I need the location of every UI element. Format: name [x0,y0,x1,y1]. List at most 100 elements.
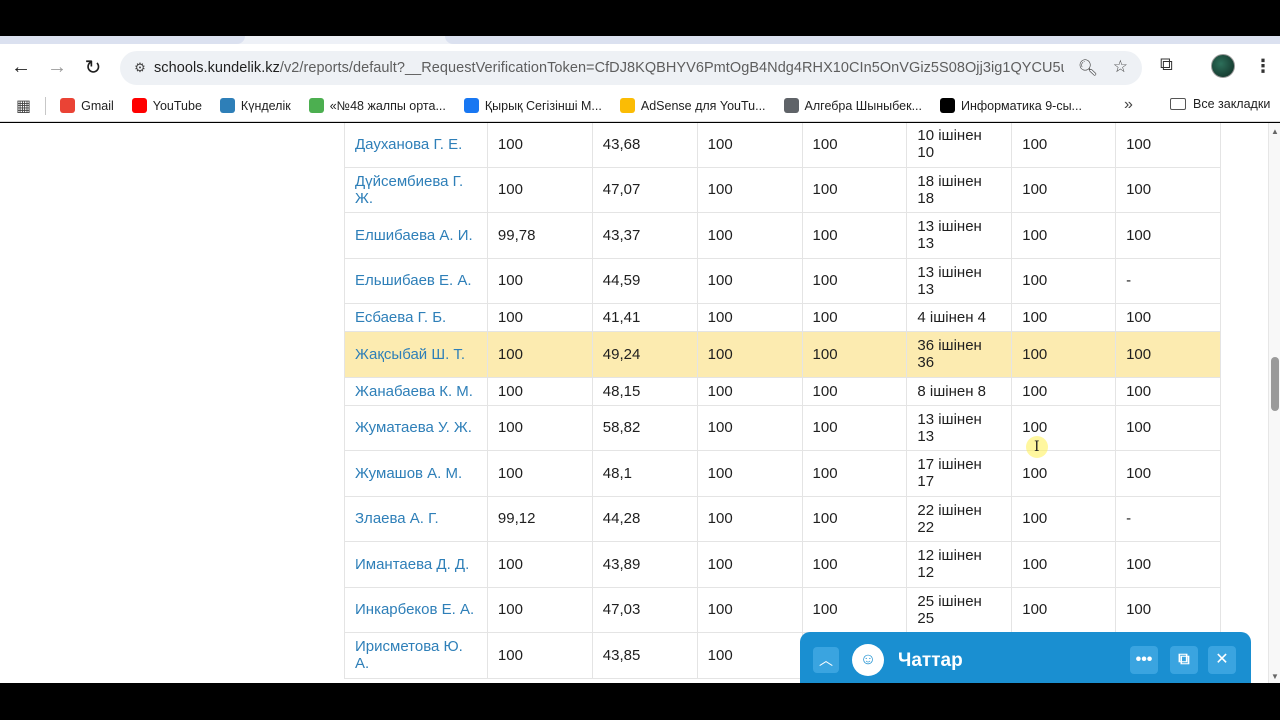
table-cell: 99,78 [486,212,593,259]
extensions-icon[interactable]: ⧉ [1160,54,1173,75]
student-name-link[interactable]: Есбаева Г. Б. [344,303,488,332]
adsense-icon [619,98,635,113]
table-cell: 100 [486,450,593,497]
student-name-link[interactable]: Ельшибаев Е. А. [344,257,488,304]
table-cell: 100 [1011,331,1117,378]
bookmark-list: Gmail YouTube Күнделік «№48 жалпы орта... Қы… [60,98,1100,113]
student-name-link[interactable]: Дүйсембиева Г. Ж. [344,166,488,213]
table-cell: 100 [1011,376,1117,406]
student-name-link[interactable]: Жанабаева К. М. [344,376,488,406]
table-cell: 100 [486,632,593,679]
bookmark-item[interactable]: AdSense для YouTu... [619,98,766,113]
report-table: Дауханова Г. Е. 100 43,68 100 100 10 ішінен 1… [344,123,1221,679]
table-cell: 100 [486,376,593,406]
scroll-up-icon[interactable]: ▲ [1271,127,1279,136]
table-cell: 100 [801,586,908,633]
bookmark-item[interactable]: YouTube [131,98,202,113]
table-cell: 48,15 [591,376,698,406]
chat-popout-icon[interactable]: ⧉ [1170,646,1198,674]
table-cell: 100 [1115,303,1221,332]
table-cell: 100 [1011,212,1117,259]
table-cell: 100 [801,123,908,168]
bookmark-label: «№48 жалпы орта... [329,98,446,113]
table-cell: 100 [486,404,593,451]
student-name-link[interactable]: Инкарбеков Е. А. [344,586,488,633]
folder-icon [1170,98,1186,110]
table-row: Жумашов А. М. 100 48,1 100 100 17 ішінен 17 10… [344,450,1221,497]
table-cell: 44,28 [591,495,698,542]
table-cell: 25 ішінен 25 [906,586,1013,633]
url-text[interactable]: schools.kundelik.kz/v2/reports/default?_… [154,60,1064,76]
student-name-link[interactable]: Ирисметова Ю. А. [344,632,488,679]
student-name-link[interactable]: Елшибаева А. И. [344,212,488,259]
site-settings-icon[interactable]: ⚙ [126,60,154,76]
scrollbar-thumb[interactable] [1271,357,1279,411]
chat-more-icon[interactable]: ••• [1130,646,1158,674]
bookmark-label: Қырық Сегізінші М... [484,98,602,113]
table-cell: 100 [486,166,593,213]
table-row: Инкарбеков Е. А. 100 47,03 100 100 25 ішінен … [344,586,1221,633]
student-name-link[interactable]: Дауханова Г. Е. [344,123,488,168]
table-cell: 43,68 [591,123,698,168]
bookmark-item[interactable]: Gmail [60,98,114,113]
back-button[interactable]: ← [3,49,39,85]
mouse-cursor-highlight: I [1026,436,1048,458]
table-cell: 43,37 [591,212,698,259]
bookmark-item[interactable]: Информатика 9-сы... [939,98,1082,113]
more-bookmarks-icon[interactable]: » [1124,96,1133,114]
menu-kebab-icon[interactable]: ⋮ [1254,56,1272,77]
table-cell: 100 [1011,123,1117,168]
table-row: Есбаева Г. Б. 100 41,41 100 100 4 ішінен 4 100… [344,303,1221,332]
chat-close-icon[interactable]: ✕ [1208,646,1236,674]
student-name-link[interactable]: Жақсыбай Ш. Т. [344,331,488,378]
table-cell: 100 [1115,450,1221,497]
table-cell: 100 [1115,123,1221,168]
address-bar[interactable]: ⚙ schools.kundelik.kz/v2/reports/default… [120,51,1142,85]
table-cell: 43,85 [591,632,698,679]
student-name-link[interactable]: Жумашов А. М. [344,450,488,497]
table-cell: 100 [486,257,593,304]
profile-avatar[interactable] [1211,54,1235,78]
bookmark-item[interactable]: Алгебра Шыныбек... [783,98,922,113]
screen-bottom-bar [0,683,1280,720]
zoom-icon[interactable]: 🔍︎ [1078,58,1098,78]
bookmark-star-icon[interactable]: ☆ [1113,57,1128,77]
table-cell: 100 [801,376,908,406]
table-cell: 13 ішінен 13 [906,212,1013,259]
scroll-down-icon[interactable]: ▼ [1271,672,1279,681]
chat-widget[interactable]: ︿ ☺ Чаттар ••• ⧉ ✕ [800,632,1251,683]
bookmark-label: Алгебра Шыныбек... [804,98,922,113]
table-cell: 12 ішінен 12 [906,541,1013,588]
bookmark-item[interactable]: «№48 жалпы орта... [308,98,446,113]
table-cell: 17 ішінен 17 [906,450,1013,497]
student-name-link[interactable]: Злаева А. Г. [344,495,488,542]
bookmark-label: Күнделік [240,98,291,113]
table-cell: 49,24 [591,331,698,378]
student-name-link[interactable]: Жуматаева У. Ж. [344,404,488,451]
table-cell: 100 [1011,541,1117,588]
page-scrollbar[interactable]: ▲ ▼ [1268,123,1280,683]
bookmark-item[interactable]: Қырық Сегізінші М... [463,98,602,113]
url-host: schools.kundelik.kz [154,60,280,76]
chevron-up-icon[interactable]: ︿ [813,647,839,673]
table-row: Жақсыбай Ш. Т. 100 49,24 100 100 36 ішінен 36… [344,331,1221,378]
arrow-right-icon: → [47,55,67,78]
table-cell: 100 [486,331,593,378]
screen-top-bar [0,0,1280,36]
apps-grid-icon[interactable]: ▦ [16,96,31,116]
bookmark-item[interactable]: Күнделік [219,98,291,113]
table-cell: 100 [1115,586,1221,633]
table-cell: 100 [801,257,908,304]
table-cell: 100 [696,376,803,406]
table-cell: 100 [801,495,908,542]
all-bookmarks-folder[interactable]: Все закладки [1170,97,1270,111]
student-name-link[interactable]: Имантаева Д. Д. [344,541,488,588]
table-cell: 100 [696,586,803,633]
table-cell: - [1115,257,1221,304]
arrow-left-icon: ← [11,55,31,78]
forward-button[interactable]: → [39,49,75,85]
table-cell: 100 [1115,404,1221,451]
reload-button[interactable]: ↻ [75,49,111,85]
table-cell: 43,89 [591,541,698,588]
table-cell: 8 ішінен 8 [906,376,1013,406]
